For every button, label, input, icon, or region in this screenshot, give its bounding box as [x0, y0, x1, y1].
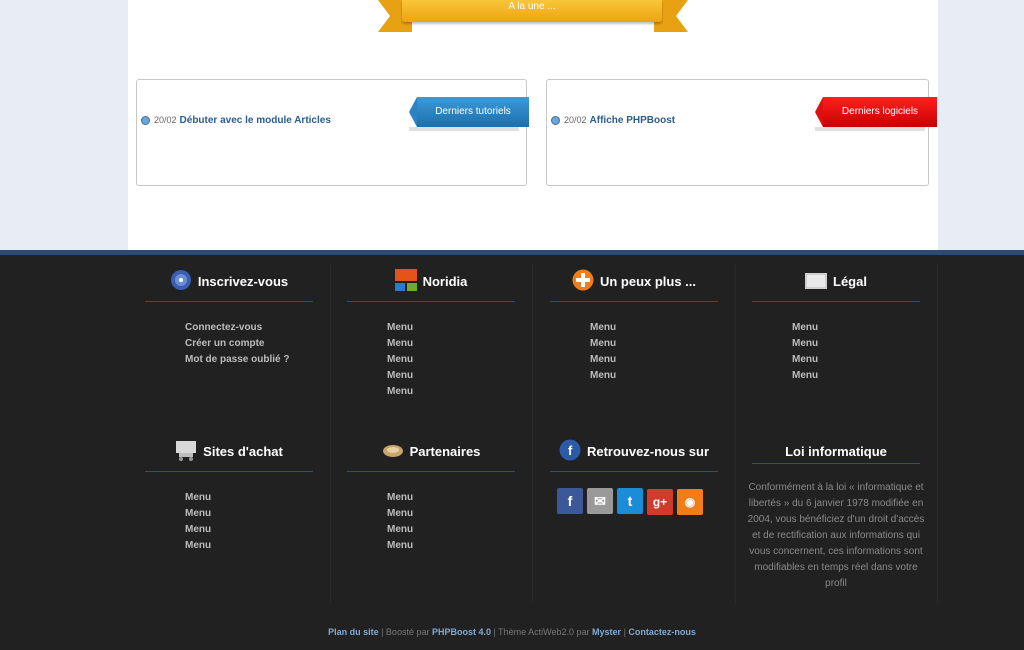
section-un-peux-plus: Un peux plus ... Menu Menu Menu Menu: [550, 267, 718, 384]
facebook-icon[interactable]: f: [557, 488, 583, 514]
section-title: Inscrivez-vous: [197, 274, 289, 289]
menu-item[interactable]: Menu: [590, 320, 718, 336]
menu-item[interactable]: Menu: [387, 384, 515, 400]
myster-link[interactable]: Myster: [592, 627, 621, 637]
menu-item[interactable]: Menu: [387, 368, 515, 384]
twitter-icon[interactable]: t: [617, 488, 643, 514]
footer-credits: Plan du site | Boosté par PHPBoost 4.0 |…: [328, 627, 696, 637]
section-inscrivez-vous: Inscrivez-vous Connectez-vous Créer un c…: [145, 267, 313, 368]
googleplus-icon[interactable]: g+: [647, 489, 673, 515]
menu-item[interactable]: Menu: [590, 352, 718, 368]
section-title: Sites d'achat: [203, 444, 283, 459]
section-title: Loi informatique: [785, 444, 887, 459]
menu-item[interactable]: Menu: [792, 368, 920, 384]
bullet-icon: [141, 115, 150, 125]
software-card: Derniers logiciels 20/02 Affiche PHPBoost: [546, 79, 937, 186]
tutorials-tag-label: Derniers tutoriels: [435, 106, 511, 117]
software-tag-label: Derniers logiciels: [841, 106, 919, 117]
menu-item[interactable]: Connectez-vous: [185, 320, 313, 336]
legal-notice: Conformément à la loi « informatique et …: [747, 482, 925, 589]
menu-item[interactable]: Menu: [387, 538, 515, 554]
user-register-icon: [170, 269, 192, 291]
featured-ribbon: A la une ...: [378, 0, 688, 34]
section-partenaires: Partenaires Menu Menu Menu Menu: [347, 437, 515, 554]
menu-item[interactable]: Menu: [185, 506, 313, 522]
list-item: 20/02 Affiche PHPBoost: [551, 115, 675, 126]
menu-item[interactable]: Menu: [387, 320, 515, 336]
section-noridia: Noridia Menu Menu Menu Menu Menu: [347, 267, 515, 400]
menu-item[interactable]: Menu: [387, 506, 515, 522]
plus-icon: [572, 269, 594, 291]
sitemap-link[interactable]: Plan du site: [328, 627, 379, 637]
section-title: Partenaires: [409, 444, 481, 459]
ribbon-body: A la une ...: [402, 0, 662, 22]
menu-item[interactable]: Menu: [387, 336, 515, 352]
cart-icon: [175, 439, 197, 461]
handshake-icon: [382, 439, 404, 461]
menu-item[interactable]: Menu: [792, 352, 920, 368]
tutorials-card: Derniers tutoriels 20/02 Débuter avec le …: [136, 79, 529, 186]
section-loi-informatique: Loi informatique Conformément à la loi «…: [748, 437, 925, 592]
menu-item[interactable]: Menu: [387, 352, 515, 368]
section-title: Retrouvez-nous sur: [586, 444, 710, 459]
menu-item[interactable]: Menu: [387, 490, 515, 506]
noridia-blocks-icon: [394, 268, 417, 291]
mail-icon[interactable]: ✉: [587, 488, 613, 514]
menu-item[interactable]: Menu: [792, 320, 920, 336]
item-link[interactable]: Affiche PHPBoost: [590, 115, 676, 126]
featured-label: A la une ...: [508, 1, 556, 12]
section-title: Noridia: [422, 274, 468, 289]
list-item: 20/02 Débuter avec le module Articles: [141, 115, 331, 126]
section-title: Légal: [833, 274, 867, 289]
menu-item[interactable]: Créer un compte: [185, 336, 313, 352]
rss-icon[interactable]: ◉: [677, 489, 703, 515]
tutorials-tag[interactable]: Derniers tutoriels: [409, 97, 529, 131]
section-legal: Légal Menu Menu Menu Menu: [752, 267, 920, 384]
svg-text:f: f: [568, 443, 573, 458]
menu-item[interactable]: Mot de passe oublié ?: [185, 352, 313, 368]
section-sites-achat: Sites d'achat Menu Menu Menu Menu: [145, 437, 313, 554]
menu-item[interactable]: Menu: [590, 336, 718, 352]
menu-item[interactable]: Menu: [792, 336, 920, 352]
item-link[interactable]: Débuter avec le module Articles: [180, 115, 331, 126]
software-tag[interactable]: Derniers logiciels: [815, 97, 937, 131]
facebook-badge-icon: f: [559, 439, 581, 461]
menu-item[interactable]: Menu: [590, 368, 718, 384]
social-links: f ✉ t g+ ◉: [550, 488, 718, 515]
menu-item[interactable]: Menu: [185, 538, 313, 554]
section-title: Un peux plus ...: [599, 274, 697, 289]
footer: Inscrivez-vous Connectez-vous Créer un c…: [0, 255, 1024, 650]
contact-link[interactable]: Contactez-nous: [628, 627, 696, 637]
bullet-icon: [551, 115, 560, 125]
item-date: 20/02: [564, 115, 587, 125]
legal-icon: [805, 269, 828, 291]
phpboost-link[interactable]: PHPBoost 4.0: [432, 627, 491, 637]
menu-item[interactable]: Menu: [185, 490, 313, 506]
menu-item[interactable]: Menu: [185, 522, 313, 538]
menu-item[interactable]: Menu: [387, 522, 515, 538]
section-retrouvez-nous: f Retrouvez-nous sur f ✉ t g+ ◉: [550, 437, 718, 515]
item-date: 20/02: [154, 115, 177, 125]
